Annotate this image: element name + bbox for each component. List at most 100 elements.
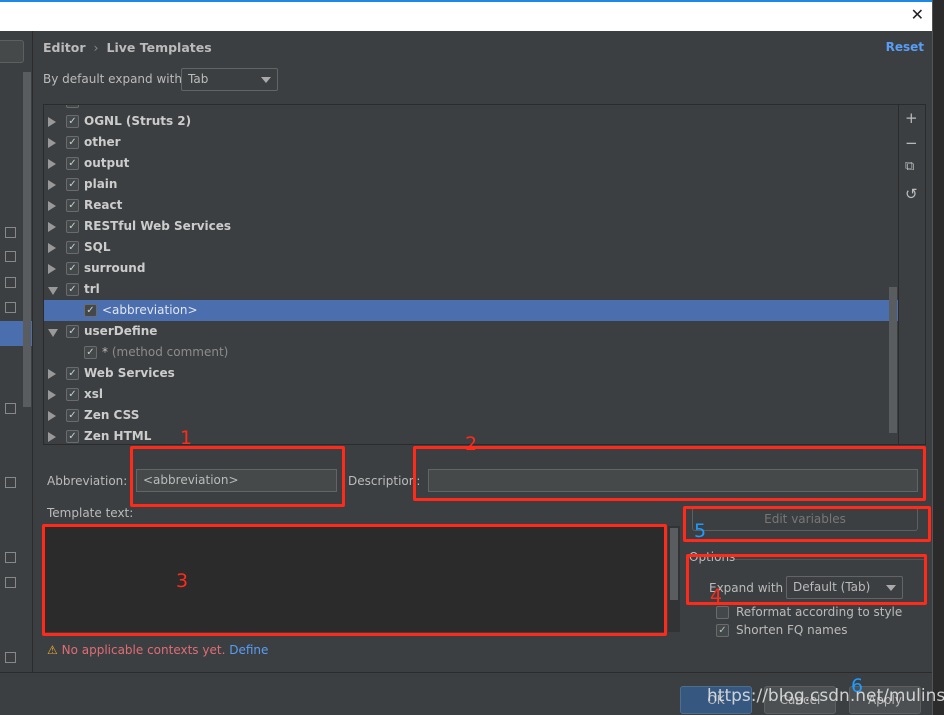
tree-toolbar: + − ⧉ ↺: [899, 104, 926, 445]
settings-search-input[interactable]: [0, 40, 24, 63]
expand-arrow-icon[interactable]: [48, 117, 56, 127]
group-label: other: [84, 135, 121, 149]
templates-tree[interactable]: ✓ OGNL (Struts 2) ✓ other ✓ output ✓ plain ✓ Reac…: [43, 104, 899, 445]
close-icon[interactable]: ✕: [911, 5, 924, 24]
annotation-number-5: 5: [694, 520, 707, 542]
annotation-number-1: 1: [180, 427, 193, 449]
group-checkbox[interactable]: ✓: [66, 388, 79, 401]
group-label: surround: [84, 261, 146, 275]
title-bar: ✕: [0, 0, 932, 31]
group-label: xsl: [84, 387, 103, 401]
breadcrumb-parent[interactable]: Editor: [43, 40, 86, 55]
sidebar-scrollbar[interactable]: [23, 72, 31, 407]
expand-arrow-icon[interactable]: [48, 180, 56, 190]
annotation-number-4: 4: [710, 585, 723, 607]
template-group[interactable]: ✓ Web Services: [44, 363, 898, 384]
group-checkbox[interactable]: ✓: [66, 241, 79, 254]
settings-copy-icon: [5, 652, 16, 663]
settings-copy-icon: [5, 277, 16, 288]
define-context-link[interactable]: Define: [229, 643, 268, 657]
template-group[interactable]: ✓ Zen CSS: [44, 405, 898, 426]
collapse-arrow-icon[interactable]: [48, 287, 58, 295]
group-label: OGNL (Struts 2): [84, 114, 192, 128]
group-checkbox[interactable]: ✓: [66, 220, 79, 233]
template-item[interactable]: ✓ <abbreviation>: [44, 300, 898, 321]
group-checkbox[interactable]: ✓: [66, 325, 79, 338]
expand-arrow-icon[interactable]: [48, 159, 56, 169]
annotation-box-2: [413, 446, 926, 501]
copy-icon[interactable]: ⧉: [905, 159, 914, 174]
reset-link[interactable]: Reset: [886, 40, 924, 54]
expand-arrow-icon[interactable]: [48, 201, 56, 211]
group-label: output: [84, 156, 130, 170]
collapse-arrow-icon[interactable]: [48, 329, 58, 337]
template-group[interactable]: ✓ OGNL (Struts 2): [44, 111, 898, 132]
breadcrumb: Editor › Live Templates: [43, 40, 212, 55]
item-label: <abbreviation>: [102, 303, 198, 317]
item-checkbox[interactable]: ✓: [84, 304, 97, 317]
item-label: * (method comment): [102, 345, 229, 359]
reformat-label: Reformat according to style: [736, 605, 903, 619]
group-label: trl: [84, 282, 100, 296]
annotation-number-3: 3: [176, 570, 189, 592]
template-text-label: Template text:: [47, 506, 134, 520]
group-label: Zen CSS: [84, 408, 140, 422]
settings-copy-icon: [5, 302, 16, 313]
annotation-box-5: [683, 506, 931, 542]
template-group[interactable]: ✓ RESTful Web Services: [44, 216, 898, 237]
template-group[interactable]: ✓ trl: [44, 279, 898, 300]
group-checkbox[interactable]: ✓: [66, 199, 79, 212]
expand-arrow-icon[interactable]: [48, 264, 56, 274]
default-expand-select[interactable]: Tab: [181, 68, 278, 91]
group-checkbox[interactable]: ✓: [66, 409, 79, 422]
expand-arrow-icon[interactable]: [48, 411, 56, 421]
shorten-fq-checkbox[interactable]: ✓: [716, 624, 729, 637]
shorten-fq-label: Shorten FQ names: [736, 623, 848, 637]
warning-text: No applicable contexts yet.: [61, 643, 226, 657]
expand-arrow-icon[interactable]: [48, 222, 56, 232]
group-label: Web Services: [84, 366, 175, 380]
template-group[interactable]: ✓ surround: [44, 258, 898, 279]
template-group[interactable]: ✓ other: [44, 132, 898, 153]
watermark: https://blog.csdn.net/mulinsen77: [707, 686, 944, 706]
group-checkbox[interactable]: ✓: [66, 178, 79, 191]
add-icon[interactable]: +: [905, 109, 918, 127]
group-checkbox[interactable]: ✓: [66, 157, 79, 170]
abbreviation-label: Abbreviation:: [47, 474, 128, 488]
group-checkbox[interactable]: ✓: [66, 367, 79, 380]
group-label: React: [84, 198, 123, 212]
annotation-box-4: [686, 554, 927, 605]
annotation-box-3: [42, 524, 667, 636]
group-label: plain: [84, 177, 118, 191]
template-group[interactable]: ✓ plain: [44, 174, 898, 195]
expand-arrow-icon[interactable]: [48, 390, 56, 400]
template-group[interactable]: ✓ userDefine: [44, 321, 898, 342]
tree-scrollbar[interactable]: [889, 287, 897, 433]
group-checkbox[interactable]: ✓: [66, 262, 79, 275]
group-checkbox[interactable]: ✓: [66, 283, 79, 296]
settings-copy-icon: [5, 477, 16, 488]
reformat-checkbox[interactable]: [716, 606, 729, 619]
template-group[interactable]: ✓ output: [44, 153, 898, 174]
group-label: userDefine: [84, 324, 158, 338]
expand-arrow-icon[interactable]: [48, 243, 56, 253]
template-text-scrollbar[interactable]: [668, 526, 680, 632]
group-checkbox[interactable]: ✓: [66, 115, 79, 128]
group-label: Zen HTML: [84, 429, 152, 443]
item-checkbox[interactable]: ✓: [84, 346, 97, 359]
expand-arrow-icon[interactable]: [48, 369, 56, 379]
remove-icon[interactable]: −: [905, 134, 918, 152]
template-group[interactable]: ✓ SQL: [44, 237, 898, 258]
chevron-down-icon: [261, 77, 271, 83]
template-item[interactable]: ✓ * (method comment): [44, 342, 898, 363]
expand-arrow-icon[interactable]: [48, 138, 56, 148]
breadcrumb-separator: ›: [93, 40, 99, 55]
expand-arrow-icon[interactable]: [48, 432, 56, 442]
template-group[interactable]: ✓ React: [44, 195, 898, 216]
restore-icon[interactable]: ↺: [905, 185, 918, 203]
group-checkbox[interactable]: ✓: [66, 136, 79, 149]
template-group[interactable]: ✓ xsl: [44, 384, 898, 405]
settings-copy-icon: [5, 403, 16, 414]
settings-copy-icon: [5, 251, 16, 262]
group-checkbox[interactable]: ✓: [66, 430, 79, 443]
